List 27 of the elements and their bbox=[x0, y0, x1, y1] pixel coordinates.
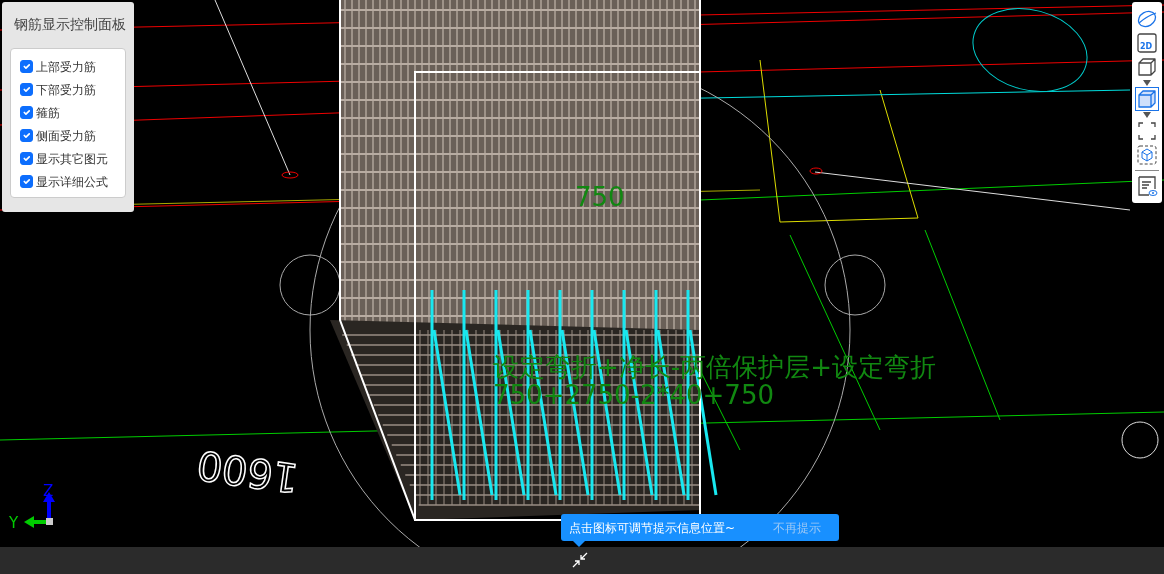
orbit-icon[interactable] bbox=[1136, 8, 1158, 30]
checkbox[interactable] bbox=[20, 129, 33, 143]
fullscreen-icon[interactable] bbox=[1136, 120, 1158, 142]
checkbox[interactable] bbox=[20, 175, 33, 189]
cube-icon[interactable] bbox=[1136, 88, 1158, 110]
panel-title: 钢筋显示控制面板 bbox=[14, 15, 126, 34]
collapse-arrows-icon[interactable] bbox=[572, 552, 588, 568]
tip-message: 点击图标可调节提示信息位置~ bbox=[569, 519, 736, 537]
properties-icon[interactable] bbox=[1136, 175, 1158, 197]
dimension-label: 750 bbox=[575, 182, 625, 212]
checkbox[interactable] bbox=[20, 152, 33, 166]
box-select-icon[interactable] bbox=[1136, 144, 1158, 166]
checkbox-label[interactable]: 下部受力筋 bbox=[36, 80, 96, 99]
checkbox[interactable] bbox=[20, 106, 33, 120]
checkbox-label[interactable]: 箍筋 bbox=[36, 103, 60, 122]
checkbox-label[interactable]: 上部受力筋 bbox=[36, 57, 96, 76]
view-2d-button[interactable]: 2D bbox=[1136, 32, 1158, 54]
dimension-label: 1600 bbox=[194, 441, 302, 502]
checkbox-label[interactable]: 显示其它图元 bbox=[36, 149, 108, 168]
cube-icon[interactable] bbox=[1136, 56, 1158, 78]
caret-icon[interactable] bbox=[1143, 112, 1151, 118]
checkbox-label[interactable]: 显示详细公式 bbox=[36, 172, 108, 191]
axis-label: Y bbox=[9, 514, 19, 532]
checkbox[interactable] bbox=[20, 83, 33, 97]
checkbox-label[interactable]: 侧面受力筋 bbox=[36, 126, 96, 145]
checkbox[interactable] bbox=[20, 60, 33, 74]
caret-icon[interactable] bbox=[1143, 80, 1151, 86]
